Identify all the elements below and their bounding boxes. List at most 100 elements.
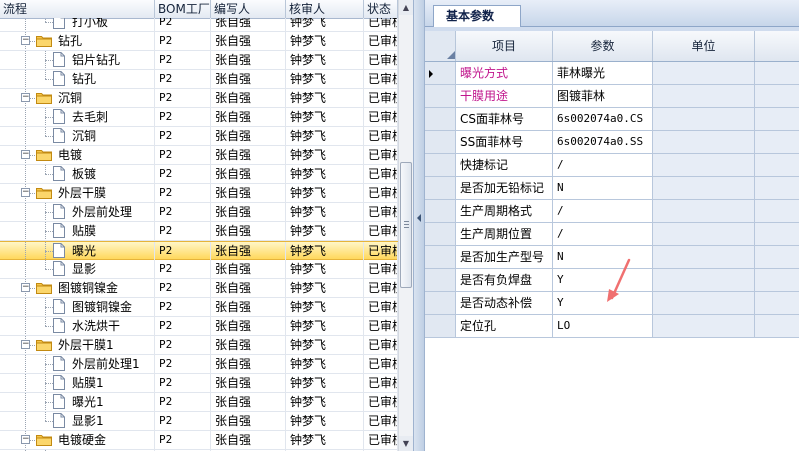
tree-row[interactable]: − 外层干膜 P2张自强钟梦飞已审核 <box>0 184 398 203</box>
tree-row[interactable]: 铝片钻孔 P2张自强钟梦飞已审核 <box>0 51 398 70</box>
status-cell: 已审核 <box>364 184 398 202</box>
collapse-icon[interactable]: − <box>21 93 30 102</box>
parameter-value[interactable]: N <box>553 177 653 199</box>
row-indicator[interactable] <box>425 269 456 291</box>
parameter-row[interactable]: CS面菲林号 6s002074a0.CS <box>425 108 799 131</box>
parameter-value[interactable]: / <box>553 200 653 222</box>
parameter-unit[interactable] <box>653 315 755 337</box>
row-indicator[interactable] <box>425 85 456 107</box>
parameter-unit[interactable] <box>653 292 755 314</box>
tree-row[interactable]: 曝光 P2张自强钟梦飞已审核 <box>0 241 398 260</box>
collapse-icon[interactable]: − <box>21 188 30 197</box>
parameter-unit[interactable] <box>653 223 755 245</box>
tree-node-label: 贴膜1 <box>72 376 104 390</box>
parameter-unit[interactable] <box>653 154 755 176</box>
scrollbar-thumb[interactable] <box>400 162 412 288</box>
parameter-value[interactable]: / <box>553 223 653 245</box>
reviewer-cell: 钟梦飞 <box>286 165 364 183</box>
parameter-value[interactable]: 图镀菲林 <box>553 85 653 107</box>
grid-corner[interactable] <box>425 31 456 61</box>
tree-row[interactable]: 曝光1 P2张自强钟梦飞已审核 <box>0 393 398 412</box>
tree-row[interactable]: 水洗烘干 P2张自强钟梦飞已审核 <box>0 317 398 336</box>
row-indicator[interactable] <box>425 292 456 314</box>
tree-row[interactable]: − 电镀硬金 P2张自强钟梦飞已审核 <box>0 431 398 450</box>
parameter-value[interactable]: 菲林曝光 <box>553 62 653 84</box>
parameter-unit[interactable] <box>653 85 755 107</box>
vertical-scrollbar[interactable]: ▲ ▼ <box>398 0 413 451</box>
parameter-row[interactable]: 定位孔 LO <box>425 315 799 338</box>
scroll-up-arrow-icon[interactable]: ▲ <box>399 0 413 15</box>
tree-row[interactable]: 板镀 P2张自强钟梦飞已审核 <box>0 165 398 184</box>
tree-row[interactable]: 贴膜1 P2张自强钟梦飞已审核 <box>0 374 398 393</box>
column-header-parameter[interactable]: 参数 <box>553 31 653 61</box>
tree-grid-body: 打小板P2张自强钟梦飞已审核−钻孔P2张自强钟梦飞已审核铝片钻孔P2张自强钟梦飞… <box>0 18 398 451</box>
parameter-row[interactable]: 生产周期格式 / <box>425 200 799 223</box>
row-indicator[interactable] <box>425 154 456 176</box>
column-header-writer[interactable]: 编写人 <box>211 0 286 18</box>
parameter-unit[interactable] <box>653 269 755 291</box>
parameter-value[interactable]: LO <box>553 315 653 337</box>
row-indicator[interactable] <box>425 131 456 153</box>
tree-row[interactable]: 显影 P2张自强钟梦飞已审核 <box>0 260 398 279</box>
parameter-row[interactable]: 干膜用途 图镀菲林 <box>425 85 799 108</box>
collapse-left-icon[interactable] <box>417 214 421 222</box>
parameter-row[interactable]: 生产周期位置 / <box>425 223 799 246</box>
row-indicator[interactable] <box>425 246 456 268</box>
parameter-unit[interactable] <box>653 246 755 268</box>
parameter-unit[interactable] <box>653 131 755 153</box>
tree-row[interactable]: 显影1 P2张自强钟梦飞已审核 <box>0 412 398 431</box>
parameter-value[interactable]: 6s002074a0.SS <box>553 131 653 153</box>
empty-cell <box>755 154 799 176</box>
row-indicator[interactable] <box>425 315 456 337</box>
parameter-unit[interactable] <box>653 177 755 199</box>
parameter-value[interactable]: / <box>553 154 653 176</box>
column-header-status[interactable]: 状态 <box>364 0 398 18</box>
column-header-process[interactable]: 流程 <box>0 0 155 18</box>
collapse-icon[interactable]: − <box>21 435 30 444</box>
tree-row[interactable]: 去毛刺 P2张自强钟梦飞已审核 <box>0 108 398 127</box>
parameter-row[interactable]: 曝光方式 菲林曝光 <box>425 62 799 85</box>
column-header-item[interactable]: 项目 <box>456 31 553 61</box>
collapse-icon[interactable]: − <box>21 150 30 159</box>
tree-row[interactable]: 沉铜 P2张自强钟梦飞已审核 <box>0 127 398 146</box>
panel-splitter[interactable] <box>413 0 425 451</box>
column-header-unit[interactable]: 单位 <box>653 31 755 61</box>
parameter-unit[interactable] <box>653 62 755 84</box>
tree-row[interactable]: 贴膜 P2张自强钟梦飞已审核 <box>0 222 398 241</box>
row-indicator[interactable] <box>425 223 456 245</box>
parameter-unit[interactable] <box>653 108 755 130</box>
parameter-row[interactable]: 是否加无铅标记 N <box>425 177 799 200</box>
empty-cell <box>755 200 799 222</box>
parameter-value[interactable]: Y <box>553 292 653 314</box>
collapse-icon[interactable]: − <box>21 283 30 292</box>
parameter-value[interactable]: Y <box>553 269 653 291</box>
parameter-value[interactable]: 6s002074a0.CS <box>553 108 653 130</box>
parameter-row[interactable]: SS面菲林号 6s002074a0.SS <box>425 131 799 154</box>
collapse-icon[interactable]: − <box>21 340 30 349</box>
parameter-value[interactable]: N <box>553 246 653 268</box>
bom-factory-cell: P2 <box>155 32 211 50</box>
scroll-down-arrow-icon[interactable]: ▼ <box>399 436 413 451</box>
tree-row[interactable]: 打小板 P2张自强钟梦飞已审核 <box>0 18 398 32</box>
row-indicator[interactable] <box>425 62 456 84</box>
row-indicator[interactable] <box>425 200 456 222</box>
tree-row[interactable]: 外层前处理 P2张自强钟梦飞已审核 <box>0 203 398 222</box>
tree-row[interactable]: − 电镀 P2张自强钟梦飞已审核 <box>0 146 398 165</box>
tree-row[interactable]: − 图镀铜镍金 P2张自强钟梦飞已审核 <box>0 279 398 298</box>
row-indicator[interactable] <box>425 108 456 130</box>
tree-row[interactable]: 外层前处理1 P2张自强钟梦飞已审核 <box>0 355 398 374</box>
parameter-row[interactable]: 快捷标记 / <box>425 154 799 177</box>
column-header-bom-factory[interactable]: BOM工厂 <box>155 0 211 18</box>
tab-basic-params[interactable]: 基本参数 <box>433 5 521 27</box>
status-cell: 已审核 <box>364 431 398 449</box>
tree-row[interactable]: 钻孔 P2张自强钟梦飞已审核 <box>0 70 398 89</box>
tree-row[interactable]: − 沉铜 P2张自强钟梦飞已审核 <box>0 89 398 108</box>
parameter-unit[interactable] <box>653 200 755 222</box>
collapse-icon[interactable]: − <box>21 36 30 45</box>
tree-row[interactable]: 图镀铜镍金 P2张自强钟梦飞已审核 <box>0 298 398 317</box>
column-header-reviewer[interactable]: 核审人 <box>286 0 364 18</box>
row-indicator[interactable] <box>425 177 456 199</box>
parameter-name: 干膜用途 <box>456 85 553 107</box>
tree-row[interactable]: − 钻孔 P2张自强钟梦飞已审核 <box>0 32 398 51</box>
tree-row[interactable]: − 外层干膜1 P2张自强钟梦飞已审核 <box>0 336 398 355</box>
